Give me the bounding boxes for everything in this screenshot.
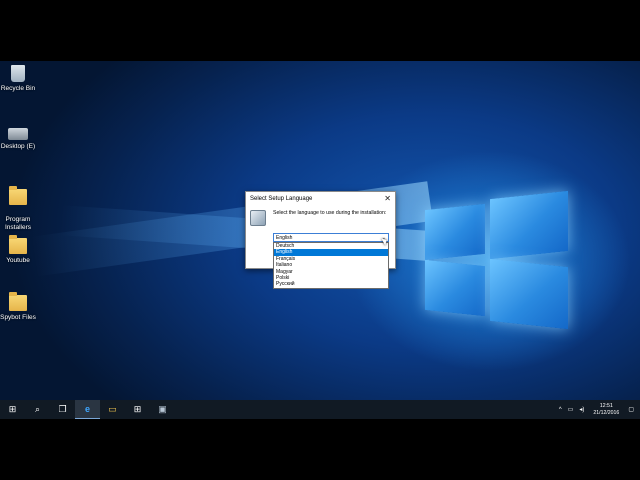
desktop-icon-label: Program Installers: [4, 216, 31, 231]
notifications-icon[interactable]: ▢: [625, 406, 640, 413]
letterbox-bottom: [0, 419, 640, 480]
clock[interactable]: 12:51 21/12/2016: [587, 403, 625, 416]
search-icon: ⌕: [34, 404, 41, 414]
volume-icon[interactable]: ◂): [576, 406, 587, 413]
folder-icon: [9, 186, 27, 205]
task-view-icon: ❐: [58, 404, 67, 414]
close-icon[interactable]: ✕: [384, 194, 391, 203]
desktop-icon-label: Desktop (E): [0, 143, 36, 150]
setup-app-button[interactable]: ▣: [150, 400, 175, 419]
setup-app-icon: ▣: [158, 404, 167, 414]
start-button[interactable]: ⊞: [0, 400, 25, 419]
folder-icon: [9, 235, 27, 254]
chevron-up-icon[interactable]: ^: [556, 407, 565, 413]
drive-icon: [8, 128, 28, 140]
logo-pane: [425, 203, 485, 261]
task-view-button[interactable]: ❐: [50, 400, 75, 419]
folder-icon: ▭: [108, 404, 117, 414]
edge-button[interactable]: e: [75, 400, 100, 419]
language-select-value: English: [276, 235, 293, 241]
store-icon: ⊞: [133, 404, 142, 414]
dialog-prompt: Select the language to use during the in…: [273, 210, 387, 216]
language-dropdown-list: Deutsch English Français Italiano Magyar…: [273, 242, 389, 289]
letterbox-top: [0, 0, 640, 61]
desktop-icon-desktop-e[interactable]: Desktop (E): [0, 124, 42, 151]
desktop-icon-label: Recycle Bin: [0, 85, 36, 92]
search-button[interactable]: ⌕: [25, 400, 50, 419]
desktop-icon-program-installers[interactable]: Program Installers: [0, 181, 42, 232]
folder-icon: [9, 292, 27, 311]
file-explorer-button[interactable]: ▭: [100, 400, 125, 419]
logo-pane: [490, 190, 568, 260]
recycle-bin-icon: [11, 65, 25, 82]
network-icon[interactable]: ▭: [565, 406, 577, 413]
dialog-titlebar[interactable]: Select Setup Language ✕: [246, 192, 395, 205]
system-tray: ^ ▭ ◂) 12:51 21/12/2016 ▢: [556, 400, 640, 419]
desktop-icon-youtube[interactable]: Youtube: [0, 235, 42, 265]
logo-pane: [490, 258, 568, 330]
setup-icon: [250, 210, 266, 226]
logo-pane: [425, 259, 485, 317]
windows-start-icon: ⊞: [8, 404, 17, 414]
desktop-icon-recycle-bin[interactable]: Recycle Bin: [0, 65, 42, 93]
desktop-icon-label: Spybot Files: [0, 314, 36, 321]
language-select[interactable]: English ⌄: [273, 233, 389, 242]
edge-icon: e: [84, 404, 90, 414]
language-option-russian[interactable]: Русский: [274, 281, 388, 287]
taskbar: ⊞ ⌕ ❐ e ▭ ⊞ ▣ ^ ▭ ◂) 12:51 21/12/2016 ▢: [0, 400, 640, 419]
clock-date: 21/12/2016: [593, 409, 620, 416]
desktop-icon-spybot-files[interactable]: Spybot Files: [0, 292, 42, 322]
store-button[interactable]: ⊞: [125, 400, 150, 419]
desktop-icon-label: Youtube: [6, 257, 30, 264]
dialog-title: Select Setup Language: [250, 195, 313, 202]
